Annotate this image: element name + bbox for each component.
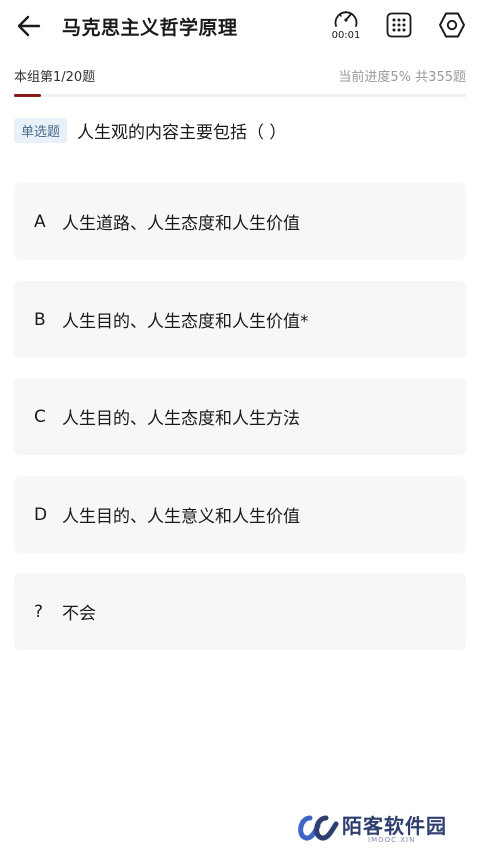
arrow-left-icon [17, 15, 41, 37]
back-button[interactable] [14, 12, 44, 40]
answer-card-icon [386, 12, 412, 38]
quiz-page: 马克思主义哲学原理 00:01 本组第1/20题 当前进度5% 共355题 单选… [0, 0, 480, 853]
overall-progress: 当前进度5% 共355题 [338, 70, 466, 85]
progress-row: 本组第1/20题 当前进度5% 共355题 [14, 64, 466, 85]
option-b[interactable]: B 人生目的、人生态度和人生价值* [14, 281, 466, 358]
option-text: 人生道路、人生态度和人生价值 [62, 214, 300, 234]
watermark-logo-icon [298, 815, 339, 841]
option-letter: B [34, 309, 46, 330]
question-header: 单选题 人生观的内容主要包括（ ） [14, 116, 466, 144]
option-a[interactable]: A 人生道路、人生态度和人生价值 [14, 183, 466, 260]
page-title: 马克思主义哲学原理 [62, 17, 238, 39]
group-counter: 本组第1/20题 [14, 70, 96, 85]
option-text: 人生目的、人生态度和人生方法 [62, 409, 300, 429]
question-text: 人生观的内容主要包括（ ） [77, 122, 287, 143]
option-text: 人生目的、人生态度和人生价值* [62, 312, 309, 332]
watermark: 陌客软件园 IMOOC.XIN [296, 808, 468, 848]
settings-button[interactable] [438, 11, 466, 39]
option-text: 不会 [62, 604, 96, 624]
watermark-text: 陌客软件园 [342, 814, 447, 838]
timer-text: 00:01 [331, 30, 361, 41]
option-letter: C [34, 406, 46, 427]
option-letter: ? [34, 601, 44, 622]
option-text: 人生目的、人生意义和人生价值 [62, 507, 300, 527]
option-letter: D [34, 504, 48, 525]
progress-track [14, 94, 466, 97]
stopwatch-icon [334, 11, 358, 27]
settings-icon [439, 12, 465, 38]
option-c[interactable]: C 人生目的、人生态度和人生方法 [14, 378, 466, 455]
question-type-badge: 单选题 [14, 117, 68, 143]
top-bar: 马克思主义哲学原理 00:01 [0, 0, 480, 52]
option-letter: A [34, 211, 46, 232]
option-dont-know[interactable]: ? 不会 [14, 573, 466, 650]
option-d[interactable]: D 人生目的、人生意义和人生价值 [14, 476, 466, 553]
timer-button[interactable]: 00:01 [328, 7, 364, 45]
answer-card-button[interactable] [386, 12, 412, 38]
progress-fill [14, 94, 41, 97]
watermark-subtext: IMOOC.XIN [368, 836, 416, 844]
